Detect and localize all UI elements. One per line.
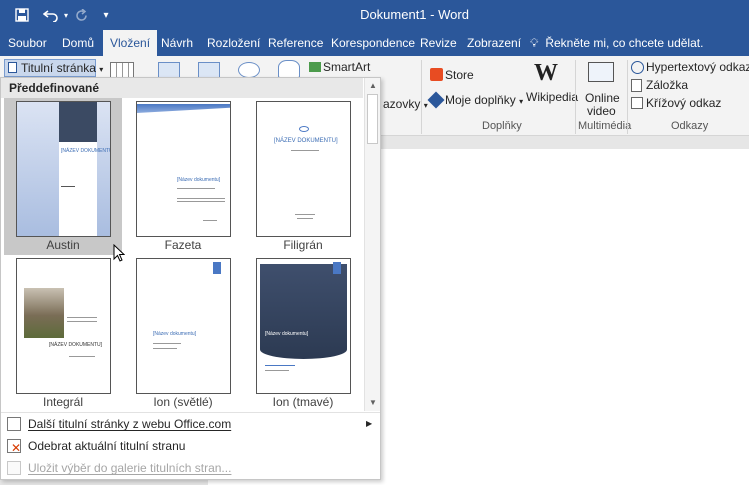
- template-label: Austin: [46, 238, 80, 252]
- store-button[interactable]: Store: [445, 68, 474, 82]
- template-filigran[interactable]: [NÁZEV DOKUMENTU] Filigrán: [244, 98, 362, 255]
- group-label-addins: Doplňky: [482, 120, 522, 132]
- menu-save-selection: Uložit výběr do galerie titulních stran.…: [1, 457, 380, 479]
- cross-reference-button[interactable]: Křížový odkaz: [646, 96, 721, 110]
- picture-icon[interactable]: [158, 62, 180, 78]
- scroll-down-icon[interactable]: ▼: [366, 396, 380, 410]
- menu-more-cover-pages[interactable]: Další titulní stránky z webu Office.com …: [1, 413, 380, 435]
- template-ion-dark[interactable]: [Název dokumentu] Ion (tmavé): [244, 255, 362, 412]
- template-label: Ion (tmavé): [272, 395, 334, 409]
- mouse-cursor-icon: [113, 243, 126, 265]
- template-label: Ion (světlé): [153, 395, 213, 409]
- cover-page-button[interactable]: Titulní stránka ▾: [4, 59, 103, 77]
- tab-soubor[interactable]: Soubor: [8, 30, 47, 56]
- template-integral[interactable]: [NÁZEV DOKUMENTU] Integrál: [4, 255, 122, 412]
- tab-rozlozeni[interactable]: Rozložení: [207, 30, 260, 56]
- lightbulb-icon: 💡︎: [530, 36, 539, 50]
- online-picture-icon[interactable]: [198, 62, 220, 78]
- wikipedia-icon: W: [534, 60, 558, 86]
- ribbon-tabs: Soubor Domů Vložení Návrh Rozložení Refe…: [0, 30, 749, 56]
- template-fazeta[interactable]: [Název dokumentu] Fazeta: [124, 98, 242, 255]
- my-addins-icon: [427, 91, 445, 109]
- smartart-button[interactable]: SmartArt: [323, 60, 370, 74]
- chevron-down-icon: ▾: [423, 101, 428, 110]
- online-video-label-1[interactable]: Online: [585, 91, 620, 105]
- thumb-page: [Název dokumentu]: [256, 258, 351, 394]
- save-to-gallery-icon: [7, 461, 21, 475]
- my-addins-button[interactable]: Moje doplňky ▾: [445, 93, 523, 107]
- gallery-header: Předdefinované: [1, 78, 363, 98]
- thumb-page: [NÁZEV DOKUMENTU]: [256, 101, 351, 237]
- thumb-page: [NÁZEV DOKUMENTU]: [16, 258, 111, 394]
- tab-revize[interactable]: Revize: [420, 30, 457, 56]
- tab-zobrazeni[interactable]: Zobrazení: [467, 30, 521, 56]
- chevron-down-icon: ▾: [519, 97, 524, 106]
- group-label-links: Odkazy: [671, 120, 709, 132]
- window-title: Dokument1 - Word: [360, 7, 469, 22]
- cross-reference-icon: [631, 97, 643, 109]
- scroll-thumb[interactable]: [367, 94, 378, 144]
- shapes-icon[interactable]: [238, 62, 260, 78]
- bookmark-icon: [631, 79, 642, 92]
- cover-page-icon: [8, 62, 17, 73]
- ribbon-separator: [575, 60, 576, 134]
- smartart-icon: [309, 62, 321, 72]
- template-label: Fazeta: [164, 238, 202, 252]
- bookmark-button[interactable]: Záložka: [646, 78, 688, 92]
- table-icon[interactable]: [110, 62, 134, 78]
- group-label-media: Multimédia: [578, 120, 632, 132]
- ribbon-separator: [421, 60, 422, 134]
- tab-navrh[interactable]: Návrh: [161, 30, 193, 56]
- menu-remove-cover-page[interactable]: ✕ Odebrat aktuální titulní stranu: [1, 435, 380, 457]
- cover-page-gallery: Předdefinované [NÁZEV DOKUMENTU] Austin …: [0, 77, 381, 480]
- online-video-label-2[interactable]: video: [587, 104, 616, 118]
- tab-vlozeni[interactable]: Vložení: [103, 30, 158, 56]
- tab-reference[interactable]: Reference: [268, 30, 323, 56]
- tab-korespondence[interactable]: Korespondence: [331, 30, 415, 56]
- scroll-up-icon[interactable]: ▲: [366, 79, 380, 93]
- template-label: Integrál: [42, 395, 84, 409]
- gallery-scrollbar[interactable]: ▲ ▼: [364, 78, 380, 411]
- tab-domu[interactable]: Domů: [62, 30, 94, 56]
- template-austin[interactable]: [NÁZEV DOKUMENTU] Austin: [4, 98, 122, 255]
- store-icon: [430, 68, 443, 81]
- template-label: Filigrán: [283, 238, 323, 252]
- thumb-page: [Název dokumentu]: [136, 258, 231, 394]
- office-web-icon: [7, 417, 21, 431]
- template-ion-light[interactable]: [Název dokumentu] Ion (světlé): [124, 255, 242, 412]
- tell-me-box[interactable]: 💡︎ Řekněte mi, co chcete udělat.: [530, 30, 703, 56]
- remove-page-icon: ✕: [7, 439, 21, 455]
- tell-me-text: Řekněte mi, co chcete udělat.: [545, 36, 704, 50]
- thumb-page: [Název dokumentu]: [136, 101, 231, 237]
- title-bar: ▾ ▾ Dokument1 - Word: [0, 0, 749, 30]
- hyperlink-icon: [631, 61, 644, 74]
- icons-icon[interactable]: [278, 60, 300, 78]
- ribbon-separator: [627, 60, 628, 134]
- online-video-icon: [588, 62, 614, 82]
- chevron-down-icon: ▾: [99, 65, 104, 74]
- wikipedia-button[interactable]: Wikipedia: [526, 90, 578, 104]
- chevron-right-icon: ▶: [366, 419, 373, 428]
- thumb-page: [NÁZEV DOKUMENTU]: [16, 101, 111, 237]
- hyperlink-button[interactable]: Hypertextový odkaz: [646, 60, 749, 74]
